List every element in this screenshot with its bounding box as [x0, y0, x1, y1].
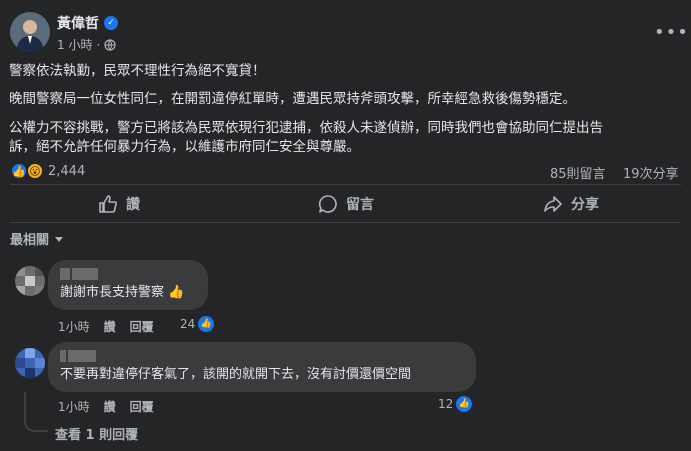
comment-reply-button[interactable]: 回覆 [130, 398, 154, 415]
author-name[interactable]: 黃偉哲 [57, 13, 99, 33]
meta-dot: · [96, 37, 101, 52]
share-label: 分享 [571, 197, 599, 213]
comment-like-button[interactable]: 讚 [104, 398, 116, 415]
comment-text: 不要再對違停仔客氣了，該開的就開下去，沒有討價還價空間 [60, 367, 412, 382]
globe-icon [104, 38, 116, 51]
commenter-name-redacted[interactable] [60, 350, 464, 362]
reply-thread-line [24, 392, 48, 432]
comment-like-number: 12 [438, 397, 454, 411]
comment-like-count[interactable]: 24 👍 [180, 316, 215, 332]
comment-text-row: 不要再對違停仔客氣了，該開的就開下去，沒有討價還價空間 [60, 366, 464, 384]
comment-icon [318, 195, 337, 213]
more-options-icon[interactable]: ••• [654, 22, 689, 43]
like-reaction-icon: 👍 [456, 396, 473, 412]
comment-text-row: 謝謝市長支持警察 👍 [60, 284, 196, 302]
post-line-3: 公權力不容挑戰，警方已將該為民眾依現行犯逮捕，依殺人未遂偵辦，同時我們也會協助同… [9, 120, 603, 136]
comment-bubble: 謝謝市長支持警察 👍 [48, 260, 208, 310]
comment-like-count[interactable]: 12 👍 [438, 396, 473, 412]
pixelated-avatar-image [15, 266, 45, 296]
post-meta: 1 小時 · [57, 36, 116, 53]
share-icon [544, 196, 562, 212]
author-avatar[interactable] [10, 12, 50, 52]
comment-avatar[interactable] [15, 348, 45, 378]
shares-count[interactable]: 19次分享 [623, 163, 679, 182]
comment-reply-button[interactable]: 回覆 [130, 318, 154, 335]
comment-button[interactable]: 留言 [318, 191, 374, 217]
share-button[interactable]: 分享 [543, 191, 599, 217]
comment-label: 留言 [346, 197, 374, 213]
comments-count[interactable]: 85則留言 [550, 163, 606, 182]
caret-down-icon [55, 236, 64, 242]
wow-reaction-icon: 😮 [26, 162, 44, 180]
comment-sort-dropdown[interactable]: 最相關 [10, 229, 65, 248]
comment-bubble: 不要再對違停仔客氣了，該開的就開下去，沒有討價還價空間 [48, 342, 476, 392]
reaction-summary[interactable]: 👍 😮 2,444 [10, 162, 85, 180]
divider-top [10, 184, 681, 185]
like-button[interactable]: 讚 [98, 191, 140, 217]
post-line-4: 訴，絕不允許任何暴力行為，以維護市府同仁安全與尊嚴。 [9, 139, 360, 155]
comment-actions: 1小時 讚 回覆 [58, 398, 154, 415]
post-line-1: 警察依法執勤，民眾不理性行為絕不寬貸！ [9, 63, 266, 79]
comment-time[interactable]: 1小時 [58, 398, 90, 415]
comment-avatar[interactable] [15, 266, 45, 296]
pixelated-avatar-image [15, 348, 45, 378]
post-line-2: 晚間警察局一位女性同仁，在開罰違停紅單時，遭遇民眾持斧頭攻擊，所幸經急救後傷勢穩… [9, 91, 576, 107]
comment-like-number: 24 [180, 317, 196, 331]
thumbs-up-emoji: 👍 [168, 285, 185, 300]
like-label: 讚 [126, 197, 140, 213]
like-reaction-icon: 👍 [198, 316, 215, 332]
reaction-count: 2,444 [48, 163, 86, 179]
verified-badge-icon: ✓ [104, 16, 118, 30]
thumbs-up-icon [99, 195, 117, 213]
commenter-name-redacted[interactable] [60, 268, 196, 280]
author-avatar-image [10, 12, 50, 52]
comment-like-button[interactable]: 讚 [104, 318, 116, 335]
comment-text: 謝謝市長支持警察 [60, 285, 165, 300]
author-name-row: 黃偉哲 ✓ [57, 13, 118, 33]
comment-actions: 1小時 讚 回覆 [58, 318, 154, 335]
divider-bottom [10, 222, 681, 223]
view-replies-link[interactable]: 查看 1 則回覆 [55, 424, 138, 443]
sort-label: 最相關 [10, 233, 50, 248]
post-time[interactable]: 1 小時 [57, 36, 92, 53]
comment-time[interactable]: 1小時 [58, 318, 90, 335]
